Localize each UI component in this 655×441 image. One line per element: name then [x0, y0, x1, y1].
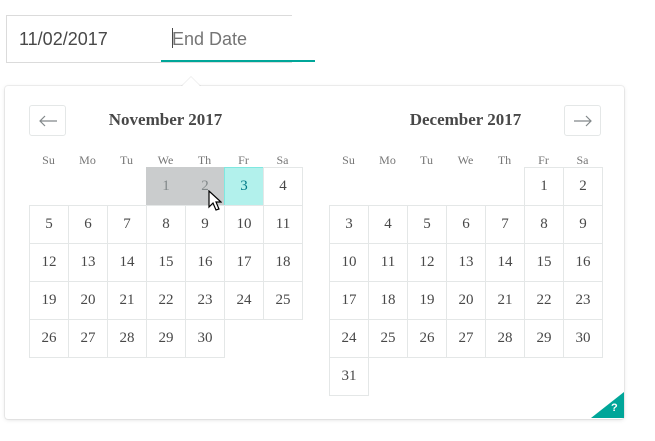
weekday-label: Mo [79, 153, 96, 167]
calendar-day[interactable]: 15 [524, 243, 564, 282]
calendar-day[interactable]: 18 [368, 281, 408, 320]
calendar-day[interactable]: 16 [563, 243, 603, 282]
calendar-day[interactable]: 25 [368, 319, 408, 358]
calendar-day[interactable]: 8 [146, 205, 186, 244]
date-range-input [6, 15, 292, 63]
start-date-input[interactable] [19, 16, 149, 62]
calendar-day[interactable]: 22 [524, 281, 564, 320]
calendar-day[interactable]: 14 [107, 243, 147, 282]
month-title: December 2017 [409, 110, 522, 129]
popup-arrow-inner [181, 77, 201, 87]
weekday-label: Tu [420, 153, 433, 167]
calendar-day[interactable]: 31 [329, 357, 369, 396]
calendar-day[interactable]: 3 [224, 167, 264, 206]
calendar-day[interactable]: 1 [146, 167, 186, 206]
calendar-day[interactable]: 27 [446, 319, 486, 358]
calendar-day[interactable]: 10 [329, 243, 369, 282]
calendar-day[interactable]: 7 [485, 205, 525, 244]
keyboard-shortcuts-button[interactable] [591, 392, 624, 418]
calendar-day[interactable]: 17 [224, 243, 264, 282]
calendar-day[interactable]: 1 [524, 167, 564, 206]
month-title: November 2017 [108, 110, 223, 129]
weekday-label: Su [42, 153, 55, 167]
calendar-day[interactable]: 29 [146, 319, 186, 358]
calendar-day[interactable]: 15 [146, 243, 186, 282]
calendar-day[interactable]: 18 [263, 243, 303, 282]
calendar-day[interactable]: 4 [263, 167, 303, 206]
calendar-day[interactable]: 23 [563, 281, 603, 320]
calendar-day[interactable]: 11 [368, 243, 408, 282]
calendar-day[interactable]: 21 [485, 281, 525, 320]
calendar-day[interactable]: 10 [224, 205, 264, 244]
calendar-day[interactable]: 19 [29, 281, 69, 320]
calendar-day[interactable]: 2 [563, 167, 603, 206]
weekday-label: Tu [120, 153, 133, 167]
calendar-day[interactable]: 25 [263, 281, 303, 320]
calendar-day[interactable]: 24 [329, 319, 369, 358]
weekday-label: Fr [538, 153, 549, 167]
weekday-label: Sa [576, 153, 589, 167]
calendar-day[interactable]: 13 [68, 243, 108, 282]
calendar-day[interactable]: 12 [29, 243, 69, 282]
calendar-day[interactable]: 26 [407, 319, 447, 358]
calendar-day[interactable]: 6 [446, 205, 486, 244]
weekday-label: Su [342, 153, 355, 167]
end-date-focus-underline [161, 60, 315, 62]
mouse-cursor-icon [208, 190, 222, 211]
calendar-day[interactable]: 30 [185, 319, 225, 358]
calendar-day[interactable]: 30 [563, 319, 603, 358]
calendar-day[interactable]: 24 [224, 281, 264, 320]
calendar-day[interactable]: 13 [446, 243, 486, 282]
calendar-day[interactable]: 29 [524, 319, 564, 358]
calendar-day[interactable]: 14 [485, 243, 525, 282]
calendar-day[interactable]: 9 [563, 205, 603, 244]
calendar-day[interactable]: 4 [368, 205, 408, 244]
calendar-day[interactable]: 11 [263, 205, 303, 244]
weekday-label: Mo [379, 153, 396, 167]
calendar-day[interactable]: 28 [485, 319, 525, 358]
weekday-label: Th [497, 153, 512, 167]
weekday-label: We [457, 153, 474, 167]
calendar-day[interactable]: 19 [407, 281, 447, 320]
weekday-label: We [157, 153, 174, 167]
calendar-day[interactable]: 22 [146, 281, 186, 320]
calendar-day[interactable]: 20 [446, 281, 486, 320]
weekday-label: Sa [276, 153, 289, 167]
calendar-day[interactable]: 7 [107, 205, 147, 244]
calendar-day[interactable]: 8 [524, 205, 564, 244]
calendar-day[interactable]: 20 [68, 281, 108, 320]
calendar-day[interactable]: 21 [107, 281, 147, 320]
calendar-day[interactable]: 5 [407, 205, 447, 244]
text-caret [172, 28, 173, 48]
weekday-label: Th [197, 153, 212, 167]
calendar-day[interactable]: 27 [68, 319, 108, 358]
calendar-day[interactable]: 26 [29, 319, 69, 358]
weekday-label: Fr [238, 153, 249, 167]
calendar-day[interactable]: 28 [107, 319, 147, 358]
question-mark-icon: ? [611, 402, 618, 414]
calendar-day[interactable]: 5 [29, 205, 69, 244]
calendar-day[interactable]: 17 [329, 281, 369, 320]
calendar-day[interactable]: 16 [185, 243, 225, 282]
calendar-day[interactable]: 6 [68, 205, 108, 244]
calendar-day[interactable]: 23 [185, 281, 225, 320]
calendar-day[interactable]: 12 [407, 243, 447, 282]
calendar-day[interactable]: 3 [329, 205, 369, 244]
end-date-input[interactable] [172, 16, 292, 62]
